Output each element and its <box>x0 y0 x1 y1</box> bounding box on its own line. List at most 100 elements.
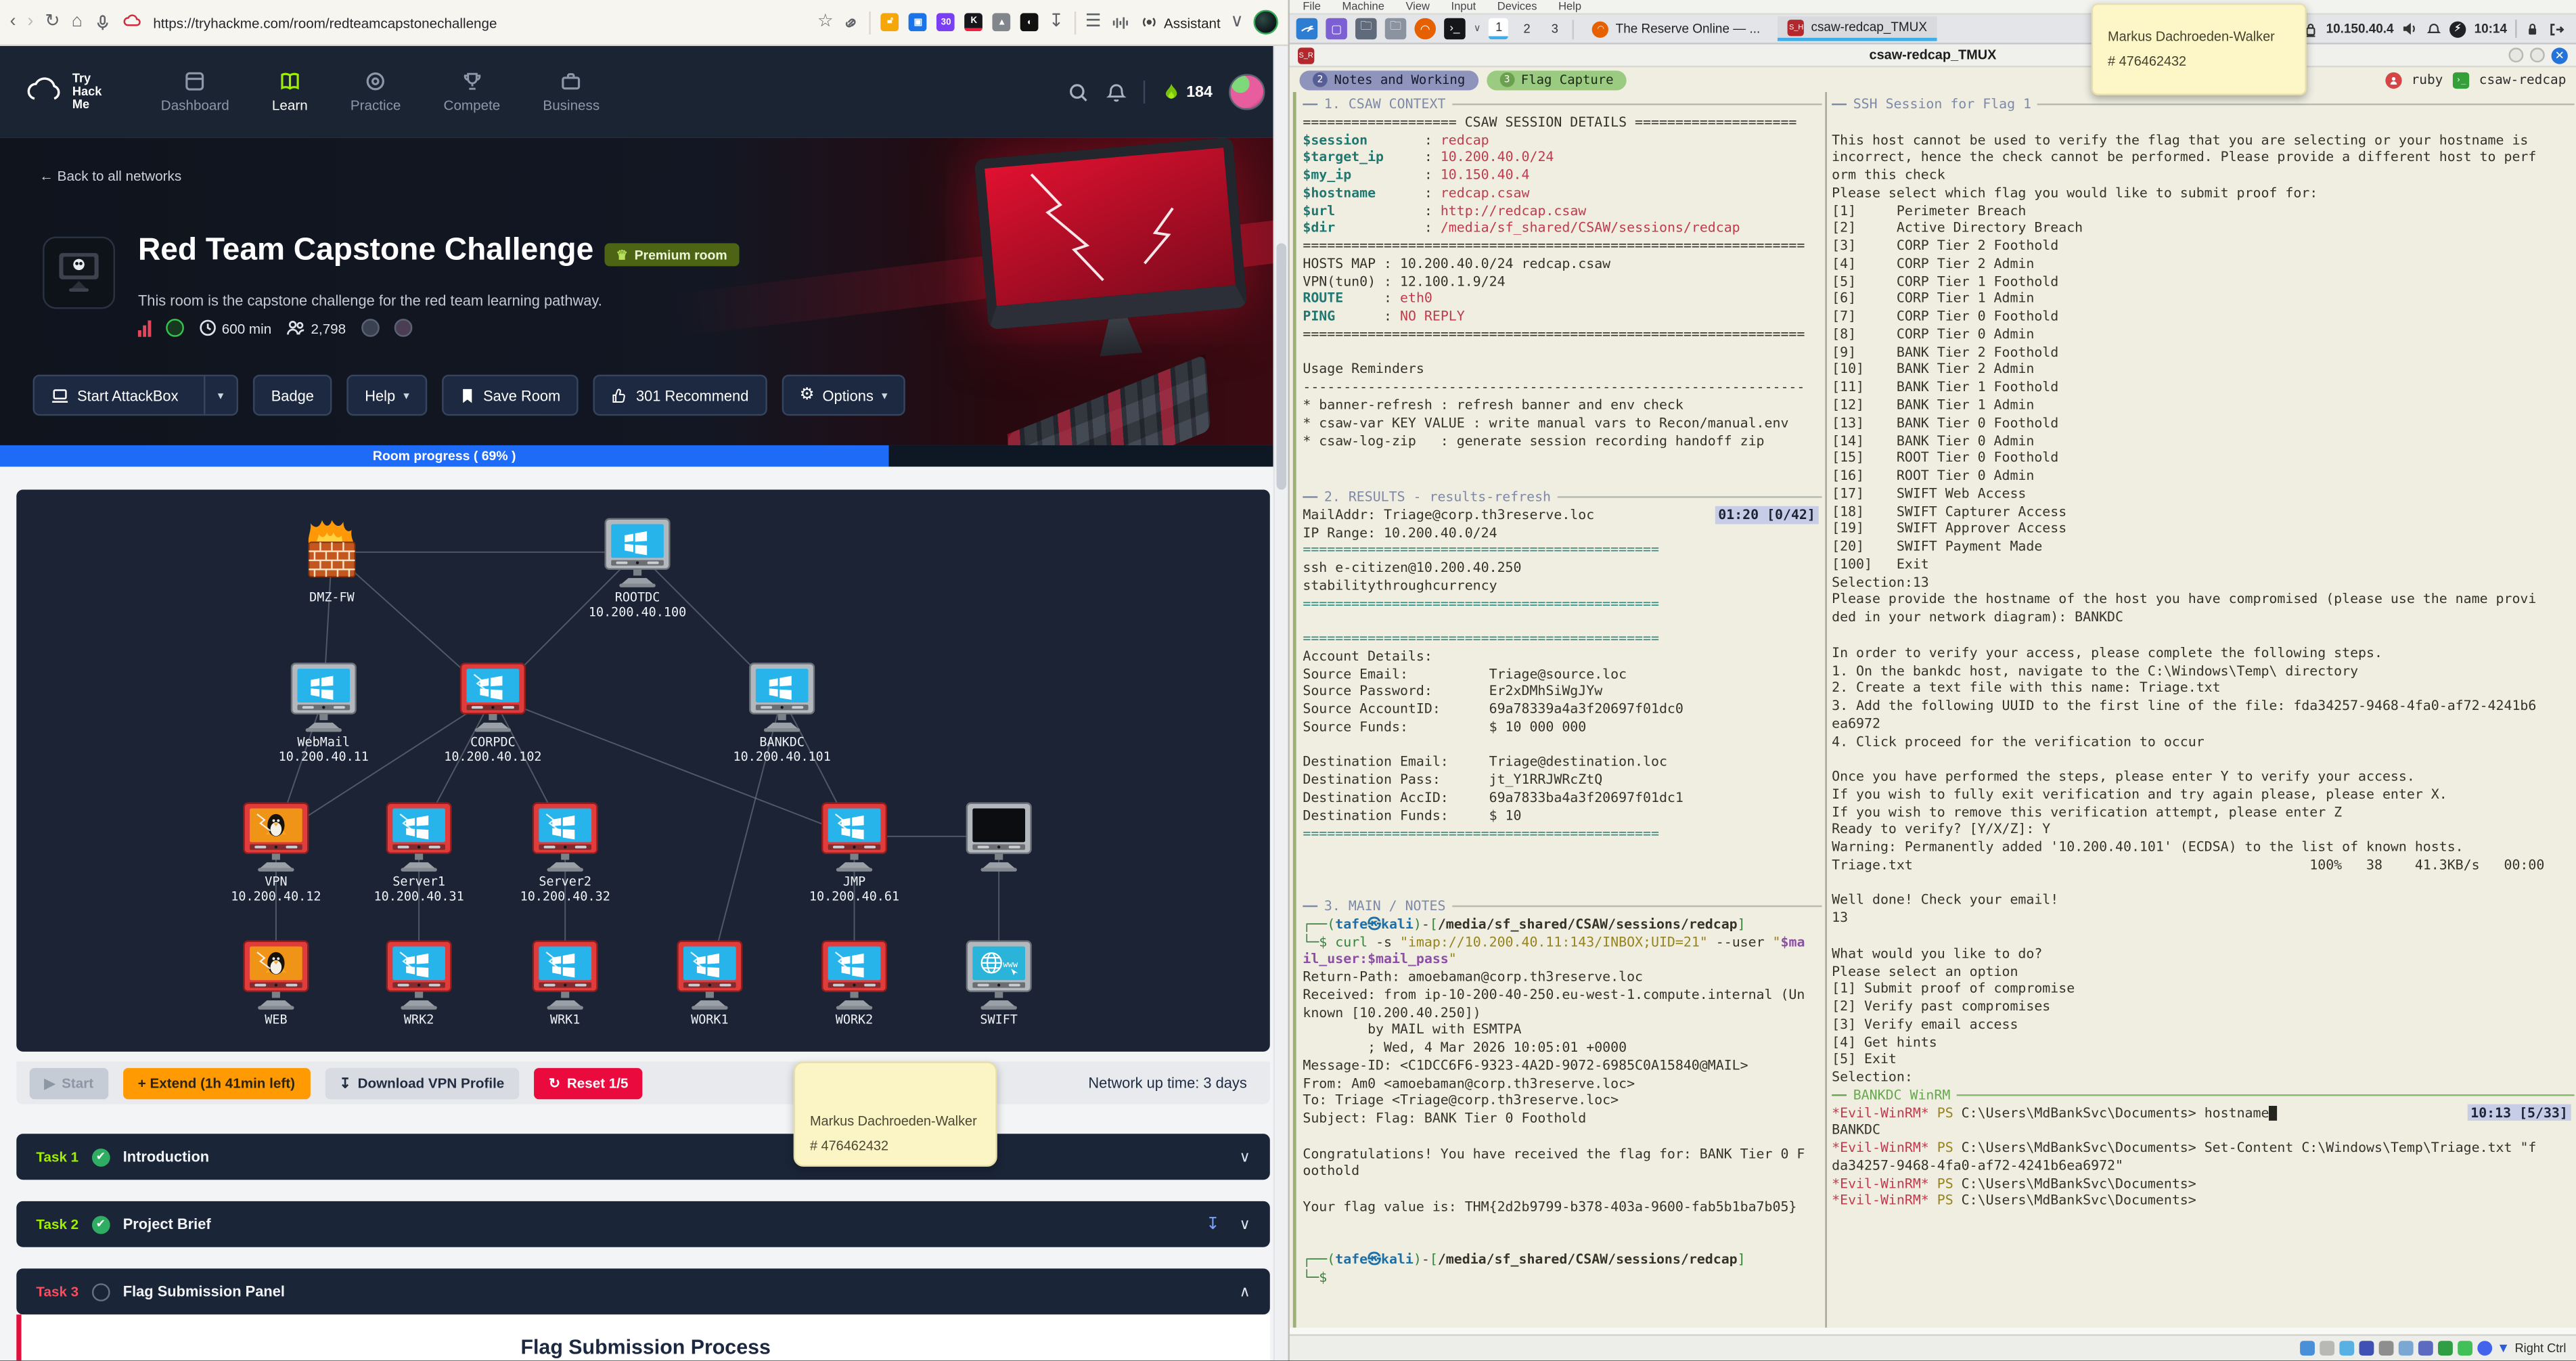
nav-learn[interactable]: Learn <box>272 70 308 114</box>
workspace-2[interactable]: 2 <box>1517 18 1537 40</box>
nav-practice[interactable]: Practice <box>351 70 401 114</box>
pane-csaw-context[interactable]: 1. CSAW CONTEXT =================== CSAW … <box>1303 95 1822 449</box>
taskbar-firefox-window[interactable]: ◠ The Reserve Online — ... <box>1583 16 1770 41</box>
network-start-button[interactable]: ▶ Start <box>29 1067 109 1099</box>
pane-results[interactable]: 2. RESULTS - results-refresh MailAddr: Tr… <box>1303 488 1822 842</box>
workspace-3[interactable]: 3 <box>1545 18 1564 40</box>
task-1-header[interactable]: Task 1 ✔ Introduction ∨ <box>16 1134 1270 1180</box>
extension-darkmode-icon[interactable]: ◐ <box>1020 13 1039 32</box>
extension-shield-icon[interactable]: ▲ <box>993 13 1012 32</box>
extension-k-icon[interactable]: K <box>965 13 983 32</box>
task-1-chevron-icon[interactable]: ∨ <box>1240 1148 1250 1166</box>
vbox-recording-icon[interactable] <box>2437 1341 2453 1356</box>
volume-icon[interactable] <box>2402 22 2418 37</box>
reset-button[interactable]: ↻ Reset 1/5 <box>534 1067 643 1099</box>
vm-menu-view[interactable]: View <box>1405 1 1429 12</box>
vbox-hdd-icon[interactable] <box>2299 1341 2315 1356</box>
nav-business[interactable]: Business <box>543 70 600 114</box>
pane-right-column[interactable]: SSH Session for Flag 1 This host cannot b… <box>1832 95 2575 1210</box>
vm-menu-help[interactable]: Help <box>1558 1 1581 12</box>
sticky-note[interactable]: Markus Dachroeden-Walker # 476462432 <box>793 1061 997 1167</box>
extend-button[interactable]: + Extend (1h 41min left) <box>122 1067 310 1099</box>
task-2-download-icon[interactable]: ↧ <box>1206 1215 1219 1233</box>
vbox-shared-folders-icon[interactable] <box>2398 1341 2414 1356</box>
kali-menu-icon[interactable] <box>1296 18 1318 40</box>
vbox-network-icon[interactable] <box>2359 1341 2374 1356</box>
power-manager-icon[interactable]: ⚡︎ <box>2449 20 2466 37</box>
maximize-button[interactable] <box>2530 47 2545 63</box>
search-icon[interactable] <box>1068 81 1089 103</box>
back-icon[interactable]: ‹ <box>10 12 16 31</box>
task-3-header[interactable]: Task 3 Flag Submission Panel ∧ <box>16 1268 1270 1315</box>
vm-menu-input[interactable]: Input <box>1451 1 1476 12</box>
download-vpn-button[interactable]: ↧ Download VPN Profile <box>324 1067 520 1099</box>
extension-badge-icon[interactable]: 30 <box>936 13 955 32</box>
pane-divider[interactable] <box>1825 91 1827 1328</box>
start-attackbox-button[interactable]: Start AttackBox ▾ <box>32 374 239 416</box>
extension-lock-icon[interactable]: 🔓︎ <box>881 13 899 32</box>
vbox-optical-icon[interactable] <box>2319 1341 2334 1356</box>
nav-compete[interactable]: Compete <box>444 70 500 114</box>
network-diagram[interactable]: DMZ-FW ROOTDC 10.200.40.100 WebMail 10.200… <box>16 489 1270 1052</box>
workspace-1[interactable]: 1 <box>1489 18 1509 40</box>
vbox-usb-icon[interactable] <box>2378 1341 2394 1356</box>
share-link-icon[interactable] <box>843 14 859 30</box>
lock-screen-icon[interactable] <box>2525 20 2540 37</box>
reload-icon[interactable]: ↻ <box>45 12 60 31</box>
nav-dashboard[interactable]: Dashboard <box>161 70 229 114</box>
help-button[interactable]: Help ▾ <box>346 374 428 416</box>
chevron-down-icon[interactable]: ∨ <box>1230 12 1244 31</box>
thm-profile-avatar[interactable] <box>1229 74 1265 110</box>
forward-icon[interactable]: › <box>27 12 33 31</box>
streak-counter[interactable]: 184 <box>1162 81 1213 103</box>
badge-button[interactable]: Badge <box>253 374 332 416</box>
pane-bankdc-winrm[interactable]: BANKDC WinRM *Evil-WinRM* PS C:\Users\MdB… <box>1832 1086 2575 1210</box>
logout-icon[interactable] <box>2548 20 2564 37</box>
notifications-bell-icon[interactable] <box>1106 81 1127 103</box>
browser-scrollbar-thumb[interactable] <box>1276 243 1287 490</box>
browser-profile-avatar[interactable] <box>1253 9 1278 35</box>
url-bar[interactable]: https://tryhackme.com/room/redteamcapsto… <box>153 14 497 30</box>
mic-icon[interactable] <box>94 12 112 32</box>
vm-menu-devices[interactable]: Devices <box>1497 1 1537 12</box>
tmux-tab-notes[interactable]: 2 Notes and Working <box>1299 70 1478 90</box>
tray-bell-icon[interactable] <box>2426 20 2441 37</box>
back-to-networks-link[interactable]: ← Back to all networks <box>39 168 181 184</box>
options-button[interactable]: ⚙ Options ▾ <box>781 374 906 416</box>
vbox-audio-icon[interactable] <box>2338 1341 2354 1356</box>
panel-firefox-icon[interactable]: ◠ <box>1414 18 1437 40</box>
task-2-chevron-icon[interactable]: ∨ <box>1240 1215 1250 1233</box>
pane-main-notes[interactable]: 3. MAIN / NOTES ┌──(tafe㉿kali)-[/media/sf… <box>1303 897 1822 1287</box>
start-attackbox-dropdown[interactable]: ▾ <box>202 376 237 414</box>
panel-app-icon[interactable]: ▢ <box>1326 18 1347 40</box>
assistant-button[interactable]: Assistant <box>1141 13 1221 31</box>
browser-scrollbar[interactable] <box>1273 45 1288 1361</box>
pane-ssh-session[interactable]: SSH Session for Flag 1 This host cannot b… <box>1832 95 2575 1086</box>
save-room-button[interactable]: Save Room <box>442 374 579 416</box>
task-3-chevron-icon[interactable]: ∧ <box>1240 1282 1250 1301</box>
bookmark-star-icon[interactable]: ☆ <box>817 12 834 31</box>
taskbar-tmux-window[interactable]: S_H csaw-redcap_TMUX <box>1778 16 1937 41</box>
tmux-window-titlebar[interactable]: S_R csaw-redcap_TMUX ✕ <box>1289 44 2576 68</box>
node-label: WRK1 <box>549 1012 581 1027</box>
extension-blue-icon[interactable]: ▣ <box>909 13 928 32</box>
thm-logo[interactable]: Try Hack Me <box>23 72 101 111</box>
task-2-header[interactable]: Task 2 ✔ Project Brief ↧ ∨ <box>16 1201 1270 1247</box>
vm-menu-file[interactable]: File <box>1303 1 1321 12</box>
vbox-display-icon[interactable] <box>2418 1341 2433 1356</box>
minimize-button[interactable] <box>2508 47 2524 63</box>
vbox-features-icon[interactable] <box>2457 1341 2472 1356</box>
panel-terminal-icon[interactable]: ›_ <box>1444 18 1466 40</box>
close-button[interactable]: ✕ <box>2551 47 2568 64</box>
reading-list-icon[interactable]: ☰ <box>1085 12 1102 31</box>
recommend-button[interactable]: 301 Recommend <box>593 374 767 416</box>
panel-chevron-icon[interactable]: ∨ <box>1474 23 1481 35</box>
panel-folder2-icon[interactable]: 🗀︎ <box>1384 18 1407 40</box>
waveform-icon[interactable] <box>1111 12 1131 32</box>
download-tray-icon[interactable]: ↧ <box>1049 12 1064 31</box>
tmux-tab-flag-capture[interactable]: 3 Flag Capture <box>1486 70 1627 90</box>
panel-folder-icon[interactable]: 🗀︎ <box>1355 18 1377 40</box>
home-icon[interactable]: ⌂ <box>72 12 83 31</box>
vbox-mouse-icon[interactable] <box>2477 1341 2492 1356</box>
vm-menu-machine[interactable]: Machine <box>1342 1 1384 12</box>
